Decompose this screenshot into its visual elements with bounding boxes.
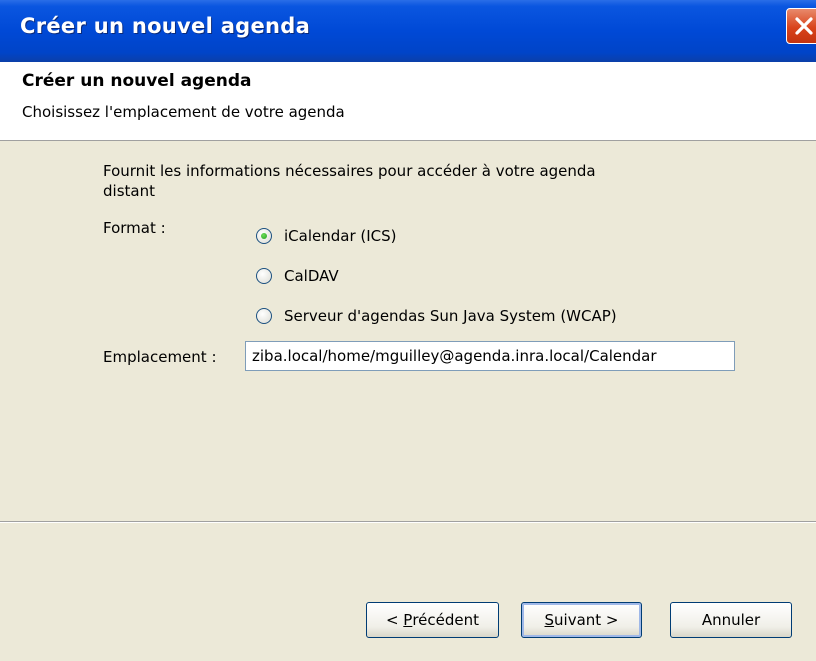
title-bar[interactable]: Créer un nouvel agenda: [0, 0, 816, 62]
wizard-header: Créer un nouvel agenda Choisissez l'empl…: [0, 62, 816, 141]
radio-label[interactable]: iCalendar (ICS): [284, 227, 397, 245]
window-title: Créer un nouvel agenda: [20, 14, 311, 38]
radio-label[interactable]: Serveur d'agendas Sun Java System (WCAP): [284, 307, 617, 325]
format-label: Format :: [103, 219, 166, 237]
wizard-body: Fournit les informations nécessaires pou…: [0, 141, 816, 661]
back-label: récédent: [412, 611, 480, 629]
back-button[interactable]: < Précédent: [366, 602, 499, 638]
cancel-button[interactable]: Annuler: [670, 602, 792, 638]
radio-button-icon[interactable]: [256, 308, 272, 324]
location-input[interactable]: [245, 341, 735, 371]
close-icon: [795, 17, 813, 35]
footer-divider: [0, 521, 816, 523]
header-subtitle: Choisissez l'emplacement de votre agenda: [22, 103, 345, 121]
close-button[interactable]: [786, 8, 816, 44]
radio-selected-dot: [261, 233, 267, 239]
radio-button-icon[interactable]: [256, 268, 272, 284]
location-label: Emplacement :: [103, 348, 217, 366]
back-accel: P: [403, 611, 413, 629]
radio-wcap[interactable]: Serveur d'agendas Sun Java System (WCAP): [256, 305, 617, 327]
next-label: uivant >: [554, 611, 619, 629]
radio-caldav[interactable]: CalDAV: [256, 265, 339, 287]
info-line-1: Fournit les informations nécessaires pou…: [103, 162, 596, 180]
back-prefix: <: [385, 611, 404, 629]
radio-button-icon[interactable]: [256, 228, 272, 244]
dialog-window: Créer un nouvel agenda Créer un nouvel a…: [0, 0, 816, 661]
next-accel: S: [544, 611, 555, 629]
next-button[interactable]: Suivant >: [521, 602, 642, 638]
header-title: Créer un nouvel agenda: [22, 71, 252, 91]
radio-label[interactable]: CalDAV: [284, 267, 339, 285]
info-line-2: distant: [103, 182, 155, 200]
radio-icalendar[interactable]: iCalendar (ICS): [256, 225, 397, 247]
info-text: Fournit les informations nécessaires pou…: [103, 161, 713, 201]
